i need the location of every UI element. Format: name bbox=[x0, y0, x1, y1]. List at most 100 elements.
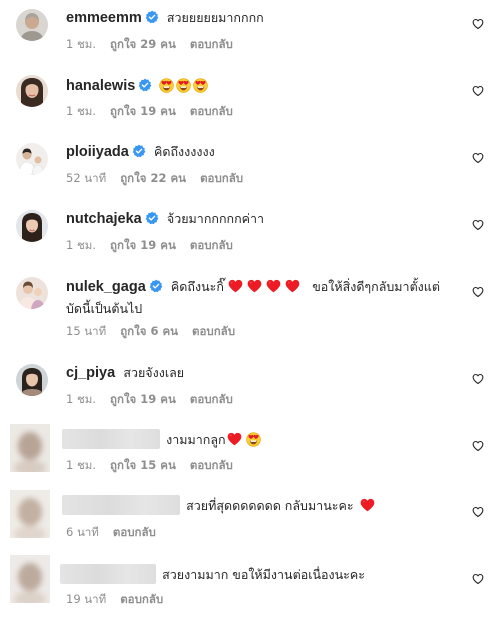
heart-eyes-emoji bbox=[193, 78, 208, 93]
avatar[interactable] bbox=[10, 490, 50, 538]
timestamp: 19 นาที bbox=[66, 592, 107, 606]
heart-outline-icon[interactable] bbox=[472, 219, 484, 231]
red-heart-emoji bbox=[228, 279, 243, 293]
reply-button[interactable]: ตอบกลับ bbox=[192, 324, 235, 338]
timestamp: 52 นาที bbox=[66, 171, 107, 185]
comment-item: nutchajeka จ้วยมากกกกกค่าา 1 ชม. ถูกใจ 19… bbox=[0, 201, 496, 268]
blurred-username[interactable] bbox=[62, 495, 180, 515]
avatar[interactable] bbox=[16, 277, 48, 309]
heart-outline-icon[interactable] bbox=[472, 373, 484, 385]
heart-eyes-emoji bbox=[246, 432, 261, 447]
comment-meta: 1 ชม. ถูกใจ 19 คน ตอบกลับ bbox=[66, 237, 247, 253]
comment-meta: 1 ชม. ถูกใจ 19 คน ตอบกลับ bbox=[66, 103, 247, 119]
like-count[interactable]: ถูกใจ 19 คน bbox=[110, 104, 176, 118]
avatar[interactable] bbox=[16, 75, 48, 107]
heart-outline-icon[interactable] bbox=[472, 573, 484, 585]
comment-line: hanalewis bbox=[66, 75, 456, 98]
reply-button[interactable]: ตอบกลับ bbox=[190, 458, 233, 472]
timestamp: 1 ชม. bbox=[66, 104, 97, 118]
comment-text: สวยงามมาก ขอให้มีงานต่อเนื่องนะคะ bbox=[162, 567, 365, 582]
avatar[interactable] bbox=[16, 210, 48, 242]
username[interactable]: nutchajeka bbox=[66, 211, 142, 227]
heart-outline-icon[interactable] bbox=[472, 506, 484, 518]
verified-badge-icon bbox=[132, 144, 146, 158]
like-count[interactable]: ถูกใจ 19 คน bbox=[110, 238, 176, 252]
avatar[interactable] bbox=[16, 364, 48, 396]
red-heart-emoji bbox=[285, 279, 300, 293]
comment-line: nulek_gaga คิดถึงนะกิ๊ ขอให้สิ่งดีๆกลับม… bbox=[66, 276, 456, 299]
comment-line: สวยงามมาก ขอให้มีงานต่อเนื่องนะคะ bbox=[60, 564, 456, 587]
comment-text: สวยจังงเลย bbox=[123, 365, 185, 380]
reply-button[interactable]: ตอบกลับ bbox=[190, 104, 233, 118]
comment-meta: 15 นาที ถูกใจ 6 คน ตอบกลับ bbox=[66, 323, 249, 339]
avatar[interactable] bbox=[16, 143, 48, 175]
username[interactable]: emmeemm bbox=[66, 10, 142, 26]
comment-meta: 1 ชม. ถูกใจ 29 คน ตอบกลับ bbox=[66, 36, 247, 52]
reply-button[interactable]: ตอบกลับ bbox=[190, 238, 233, 252]
verified-badge-icon bbox=[145, 211, 159, 225]
like-count[interactable]: ถูกใจ 15 คน bbox=[110, 458, 176, 472]
verified-badge-icon bbox=[138, 78, 152, 92]
comment-meta: 1 ชม. ถูกใจ 15 คน ตอบกลับ bbox=[66, 457, 247, 473]
reply-button[interactable]: ตอบกลับ bbox=[113, 525, 156, 539]
comment-item: nulek_gaga คิดถึงนะกิ๊ ขอให้สิ่งดีๆกลับม… bbox=[0, 268, 496, 355]
heart-outline-icon[interactable] bbox=[472, 286, 484, 298]
blurred-username[interactable] bbox=[60, 564, 156, 584]
comment-line: emmeemm สวยยยยยมากกกก bbox=[66, 7, 456, 30]
username[interactable]: cj_piya bbox=[66, 365, 115, 381]
username[interactable]: nulek_gaga bbox=[66, 279, 146, 295]
comment-text: สวยยยยยมากกกก bbox=[166, 10, 264, 25]
timestamp: 1 ชม. bbox=[66, 392, 97, 406]
avatar[interactable] bbox=[16, 9, 48, 41]
timestamp: 6 นาที bbox=[66, 525, 99, 539]
username[interactable]: hanalewis bbox=[66, 78, 135, 94]
reply-button[interactable]: ตอบกลับ bbox=[190, 392, 233, 406]
red-heart-emoji bbox=[247, 279, 262, 293]
like-count[interactable]: ถูกใจ 22 คน bbox=[120, 171, 186, 185]
reply-button[interactable]: ตอบกลับ bbox=[200, 171, 243, 185]
avatar[interactable] bbox=[10, 555, 50, 603]
heart-outline-icon[interactable] bbox=[472, 440, 484, 452]
like-count[interactable]: ถูกใจ 29 คน bbox=[110, 37, 176, 51]
timestamp: 1 ชม. bbox=[66, 37, 97, 51]
like-count[interactable]: ถูกใจ 6 คน bbox=[120, 324, 178, 338]
comment-line: สวยที่สุดดดดดดด กลับมานะคะ bbox=[62, 495, 456, 518]
red-heart-emoji bbox=[227, 432, 242, 446]
comment-meta: 6 นาที ตอบกลับ bbox=[66, 524, 170, 540]
comment-line: ploiiyada คิดถึงงงงงง bbox=[66, 141, 456, 164]
username[interactable]: ploiiyada bbox=[66, 144, 129, 160]
heart-outline-icon[interactable] bbox=[472, 85, 484, 97]
verified-badge-icon bbox=[145, 10, 159, 24]
comment-text: ขอให้สิ่งดีๆกลับมาตั้งแต่ bbox=[312, 279, 440, 294]
avatar[interactable] bbox=[10, 424, 50, 472]
comment-item: งามมากลูก 1 ชม. ถูกใจ 15 คน ตอบกลับ bbox=[0, 422, 496, 488]
timestamp: 15 นาที bbox=[66, 324, 107, 338]
like-count[interactable]: ถูกใจ 19 คน bbox=[110, 392, 176, 406]
red-heart-emoji bbox=[266, 279, 281, 293]
comment-line: cj_piya สวยจังงเลย bbox=[66, 362, 456, 385]
comment-text: สวยที่สุดดดดดดด กลับมานะคะ bbox=[186, 498, 354, 513]
comment-line: nutchajeka จ้วยมากกกกกค่าา bbox=[66, 208, 456, 231]
comment-line: งามมากลูก bbox=[62, 429, 456, 452]
comment-item: สวยงามมาก ขอให้มีงานต่อเนื่องนะคะ 19 นาท… bbox=[0, 553, 496, 617]
comment-text: งามมากลูก bbox=[166, 432, 226, 447]
comment-text: จ้วยมากกกกกค่าา bbox=[166, 211, 265, 226]
reply-button[interactable]: ตอบกลับ bbox=[190, 37, 233, 51]
verified-badge-icon bbox=[149, 279, 163, 293]
comment-item: hanalewis 1 ชม. ถูกใจ 19 คน ตอบกลับ bbox=[0, 67, 496, 134]
timestamp: 1 ชม. bbox=[66, 238, 97, 252]
red-heart-emoji bbox=[360, 498, 375, 512]
reply-button[interactable]: ตอบกลับ bbox=[120, 592, 163, 606]
emoji-group bbox=[159, 79, 210, 94]
timestamp: 1 ชม. bbox=[66, 458, 97, 472]
heart-eyes-emoji bbox=[159, 78, 174, 93]
comment-meta: 52 นาที ถูกใจ 22 คน ตอบกลับ bbox=[66, 170, 257, 186]
comment-meta: 1 ชม. ถูกใจ 19 คน ตอบกลับ bbox=[66, 391, 247, 407]
comment-text: คิดถึงงงงงง bbox=[154, 144, 215, 159]
comment-item: emmeemm สวยยยยยมากกกก 1 ชม. ถูกใจ 29 คน ตอ… bbox=[0, 0, 496, 67]
blurred-username[interactable] bbox=[62, 429, 160, 449]
heart-outline-icon[interactable] bbox=[472, 152, 484, 164]
comment-text-continued: บัดนี้เป็นต้นไป bbox=[66, 301, 143, 316]
comment-text: คิดถึงนะกิ๊ bbox=[170, 279, 224, 294]
heart-outline-icon[interactable] bbox=[472, 18, 484, 30]
